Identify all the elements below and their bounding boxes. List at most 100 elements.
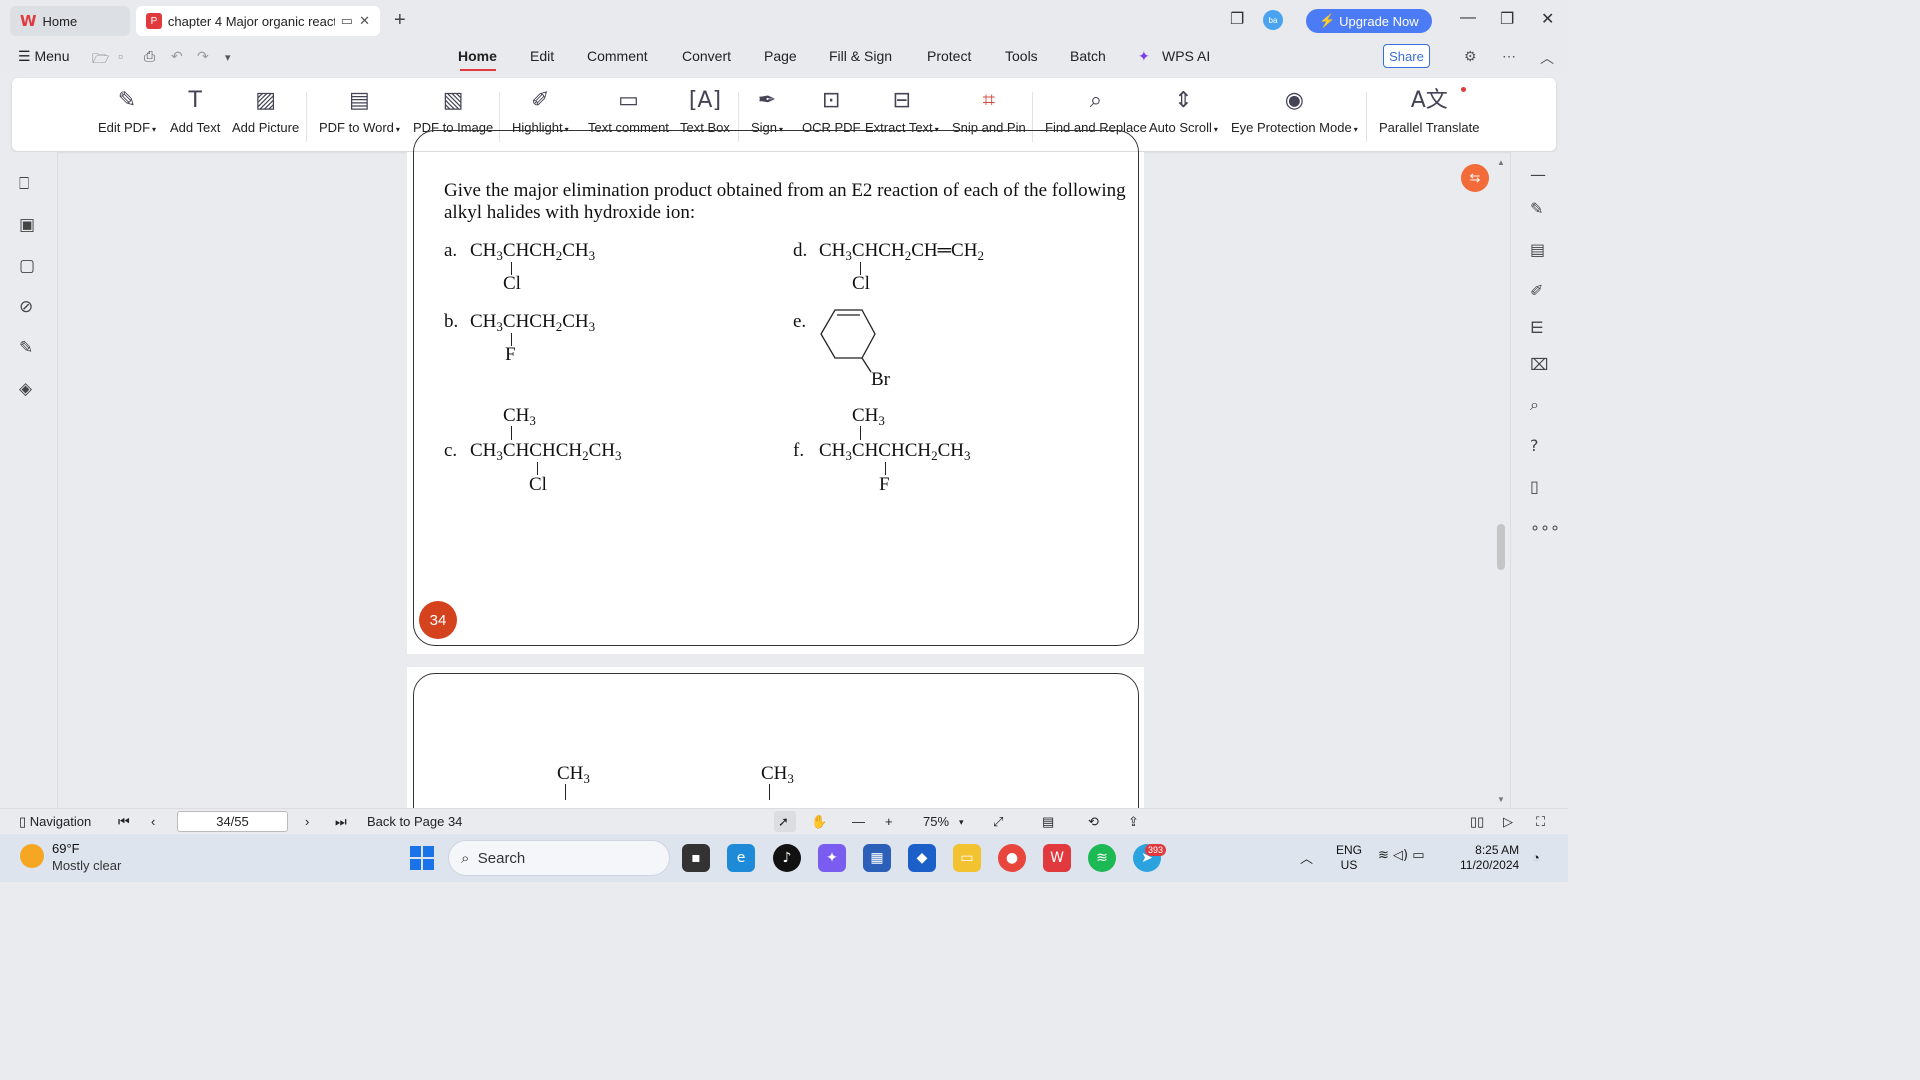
bookmark-icon[interactable]: ⎕ (19, 174, 29, 194)
document-icon[interactable]: ▤ (1530, 240, 1545, 259)
copilot-icon[interactable]: ✦ (818, 844, 846, 872)
menu-home[interactable]: Home (458, 48, 497, 64)
parallel-translate-button[interactable]: A文 Parallel Translate (1379, 86, 1479, 135)
scrollbar-thumb[interactable] (1497, 524, 1505, 570)
ocr-pdf-button[interactable]: ⊡ OCR PDF (802, 86, 861, 135)
tab-home[interactable]: W Home (10, 6, 130, 36)
spotify-icon[interactable]: ≋ (1088, 844, 1116, 872)
rotate-icon[interactable]: ⟲ (1088, 814, 1099, 830)
export-icon[interactable]: ⇪ (1128, 814, 1139, 830)
weather-description[interactable]: Mostly clear (52, 858, 121, 873)
sign-button[interactable]: ✒ Sign ▾ (751, 86, 783, 135)
back-to-page-link[interactable]: Back to Page 34 (367, 814, 462, 829)
page-number-input[interactable]: 34/55 (177, 811, 288, 832)
zoom-dropdown-icon[interactable]: ▾ (959, 817, 964, 828)
more-icon[interactable]: ⋯ (1502, 48, 1516, 65)
page-layout-icon[interactable]: ▤ (1042, 814, 1054, 830)
text-box-button[interactable]: [A] Text Box (680, 86, 730, 135)
defender-icon[interactable]: ◆ (908, 844, 936, 872)
taskbar-search[interactable]: ⌕ Search (448, 840, 670, 876)
settings-icon[interactable]: ⚙ (1464, 48, 1477, 65)
wps-office-icon[interactable]: W (1043, 844, 1071, 872)
fullscreen-icon[interactable]: ⛶ (1536, 814, 1545, 830)
menu-protect[interactable]: Protect (927, 48, 971, 64)
menu-convert[interactable]: Convert (682, 48, 731, 64)
help-icon[interactable]: ? (1530, 436, 1539, 455)
snip-and-pin-button[interactable]: ⌗ Snip and Pin (952, 86, 1026, 135)
menu-wps-ai[interactable]: WPS AI (1162, 48, 1210, 64)
book-view-icon[interactable]: ▯▯ (1470, 814, 1484, 830)
window-mode-icon[interactable]: ❐ (1230, 9, 1244, 29)
system-clock[interactable]: 8:25 AM 11/20/2024 (1460, 843, 1519, 873)
add-text-button[interactable]: T Add Text (170, 86, 220, 135)
pdf-to-image-button[interactable]: ▧ PDF to Image (413, 86, 493, 135)
menu-page[interactable]: Page (764, 48, 797, 64)
navigation-button[interactable]: ▯ Navigation (19, 814, 91, 830)
attachment-icon[interactable]: ⊘ (19, 297, 33, 317)
eye-protection-button[interactable]: ◉ Eye Protection Mode ▾ (1231, 86, 1358, 135)
pen-icon[interactable]: ✐ (1530, 281, 1543, 300)
menu-batch[interactable]: Batch (1070, 48, 1106, 64)
menu-comment[interactable]: Comment (587, 48, 648, 64)
monitor-icon[interactable]: ▭ (341, 13, 353, 29)
layers-icon[interactable]: ◈ (19, 379, 32, 399)
crop-icon[interactable]: ⌧ (1530, 355, 1548, 374)
next-page-icon[interactable]: › (305, 814, 309, 829)
zoom-out-icon[interactable]: — (852, 814, 865, 829)
menu-tools[interactable]: Tools (1005, 48, 1038, 64)
more-options-icon[interactable]: ∘∘∘ (1530, 518, 1560, 537)
chevron-down-icon[interactable]: ▾ (225, 51, 231, 64)
pdf-to-word-button[interactable]: ▤ PDF to Word ▾ (319, 86, 400, 135)
undo-icon[interactable]: ↶ (171, 48, 183, 65)
signature-icon[interactable]: ✎ (19, 338, 33, 358)
close-window-icon[interactable]: ✕ (1541, 9, 1554, 29)
new-tab-icon[interactable]: + (394, 9, 406, 32)
print-icon[interactable]: ⎙ (144, 48, 155, 65)
highlight-button[interactable]: ✐ Highlight ▾ (512, 86, 569, 135)
scroll-up-icon[interactable]: ▲ (1497, 158, 1505, 167)
comment-icon[interactable]: ▢ (19, 256, 35, 276)
language-indicator[interactable]: ENG US (1336, 843, 1362, 873)
collapse-panel-icon[interactable]: — (1530, 165, 1546, 184)
close-tab-icon[interactable]: ✕ (359, 13, 370, 29)
search-icon[interactable]: ⌕ (1530, 395, 1539, 415)
fit-page-icon[interactable]: ⤢ (993, 814, 1003, 830)
minimize-icon[interactable]: — (1460, 9, 1476, 27)
auto-scroll-button[interactable]: ⇕ Auto Scroll ▾ (1149, 86, 1218, 135)
text-comment-button[interactable]: ▭ Text comment (588, 86, 669, 135)
find-and-replace-button[interactable]: ⌕ Find and Replace (1045, 86, 1147, 135)
last-page-icon[interactable]: ⏭ (335, 814, 347, 830)
zoom-level[interactable]: 75% (923, 814, 949, 829)
show-hidden-icons[interactable]: ︿ (1300, 848, 1313, 867)
task-view-icon[interactable]: ▪ (682, 844, 710, 872)
share-button[interactable]: Share (1383, 44, 1430, 68)
tiktok-icon[interactable]: ♪ (773, 844, 801, 872)
weather-temperature[interactable]: 69°F (52, 841, 80, 856)
first-page-icon[interactable]: ⏮ (118, 814, 130, 830)
redo-icon[interactable]: ↷ (197, 48, 209, 65)
select-cursor-icon[interactable]: ➚ (778, 814, 789, 830)
scroll-down-icon[interactable]: ▼ (1497, 795, 1505, 804)
save-icon[interactable]: ▫ (118, 48, 123, 64)
open-folder-icon[interactable]: 🗁 (92, 48, 109, 72)
play-icon[interactable]: ▷ (1503, 814, 1513, 830)
wifi-volume-battery-icons[interactable]: ≋ ◁) ▭ (1378, 848, 1425, 863)
avatar[interactable]: ba (1263, 10, 1283, 30)
collapse-ribbon-icon[interactable]: ︿ (1540, 48, 1554, 68)
notification-icon[interactable]: ◔ (1532, 850, 1540, 865)
chrome-icon[interactable]: ● (998, 844, 1026, 872)
floating-tool-button[interactable]: ⇆ (1461, 164, 1489, 192)
tab-document[interactable]: P chapter 4 Major organic reacti ▭ ✕ (136, 6, 380, 36)
store-icon[interactable]: ▦ (863, 844, 891, 872)
windows-start-icon[interactable] (410, 846, 434, 870)
upgrade-button[interactable]: ⚡ Upgrade Now (1306, 9, 1432, 33)
edit-icon[interactable]: ✎ (1530, 199, 1543, 218)
hand-tool-icon[interactable]: ✋ (811, 814, 827, 830)
prev-page-icon[interactable]: ‹ (151, 814, 155, 829)
thumbnail-icon[interactable]: ▣ (19, 215, 35, 235)
compare-icon[interactable]: ⋿ (1530, 318, 1544, 337)
menu-button[interactable]: ☰ Menu (18, 48, 69, 65)
book-icon[interactable]: ▯ (1530, 477, 1539, 496)
menu-fill-sign[interactable]: Fill & Sign (829, 48, 892, 64)
edit-pdf-button[interactable]: ✎ Edit PDF ▾ (98, 86, 156, 135)
